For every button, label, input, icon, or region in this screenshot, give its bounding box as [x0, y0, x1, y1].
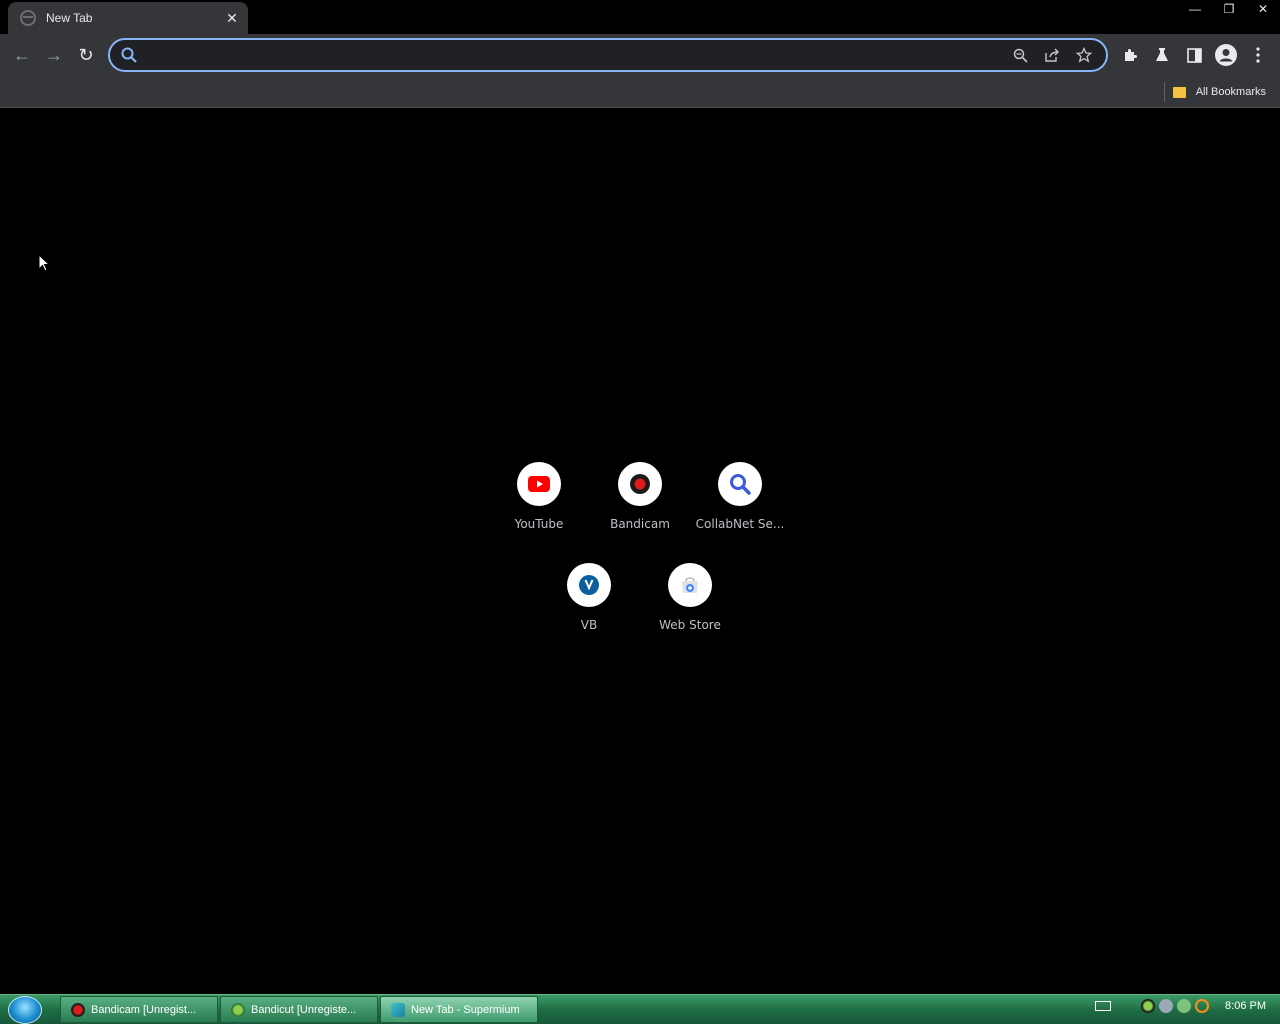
search-tray-icon[interactable]: [1195, 999, 1210, 1013]
shortcut-youtube[interactable]: YouTube: [489, 462, 589, 542]
all-bookmarks-button[interactable]: All Bookmarks: [1163, 82, 1266, 102]
system-tray: 8:06 PM: [1095, 999, 1266, 1013]
toolbar-right-actions: [1114, 38, 1274, 72]
supermium-icon: [391, 1002, 405, 1017]
labs-flask-icon[interactable]: [1146, 38, 1178, 72]
shortcut-vb[interactable]: VB: [539, 563, 639, 643]
shortcut-icon-circle: [668, 563, 712, 607]
taskbar-item-label: Bandicam [Unregist...: [91, 1003, 197, 1016]
shortcut-label: Bandicam: [610, 517, 670, 531]
title-bar: New Tab ✕ — ❐ ✕: [0, 0, 1280, 34]
bandicut-tray-icon[interactable]: [1141, 999, 1156, 1013]
profile-avatar-icon[interactable]: [1210, 38, 1242, 72]
taskbar-item-label: Bandicut [Unregiste...: [251, 1003, 357, 1016]
reload-button[interactable]: ↻: [70, 39, 102, 71]
omnibox-actions: [1004, 41, 1100, 69]
shortcut-label: YouTube: [514, 517, 564, 531]
youtube-icon: [528, 476, 550, 492]
shortcut-bandicam[interactable]: Bandicam: [590, 462, 690, 542]
extensions-icon[interactable]: [1114, 38, 1146, 72]
mouse-cursor-icon: [38, 254, 50, 272]
menu-kebab-icon[interactable]: [1242, 38, 1274, 72]
browser-toolbar: ← → ↻: [0, 34, 1280, 76]
bandicam-icon: [630, 474, 650, 494]
zoom-icon[interactable]: [1004, 41, 1036, 69]
clock[interactable]: 8:06 PM: [1225, 1000, 1266, 1012]
refresh-tray-icon[interactable]: [1177, 999, 1192, 1013]
webstore-icon: [682, 577, 698, 593]
restore-button[interactable]: ❐: [1212, 0, 1246, 18]
taskbar-item-bandicam[interactable]: Bandicam [Unregist...: [60, 996, 218, 1023]
shortcut-icon-circle: [618, 462, 662, 506]
shortcut-icon-circle: [718, 462, 762, 506]
start-button[interactable]: [8, 996, 42, 1024]
tab-close-button[interactable]: ✕: [224, 10, 240, 27]
shortcut-webstore[interactable]: Web Store: [640, 563, 740, 643]
search-icon: [121, 47, 137, 63]
side-panel-icon[interactable]: [1178, 38, 1210, 72]
taskbar: Bandicam [Unregist... Bandicut [Unregist…: [0, 994, 1280, 1024]
vb-icon: [579, 575, 599, 595]
address-bar[interactable]: [108, 38, 1108, 72]
shortcut-collabnet[interactable]: CollabNet Se...: [690, 462, 790, 542]
window-controls: — ❐ ✕: [1178, 0, 1280, 18]
all-bookmarks-label: All Bookmarks: [1195, 86, 1266, 98]
forward-button[interactable]: →: [38, 39, 70, 71]
bookmarks-bar: All Bookmarks: [0, 76, 1280, 108]
network-icon[interactable]: [1159, 999, 1174, 1013]
tab-new-tab[interactable]: New Tab ✕: [8, 2, 248, 34]
shortcut-label: CollabNet Se...: [695, 517, 785, 531]
bookmark-star-icon[interactable]: [1068, 41, 1100, 69]
search-icon: [730, 474, 751, 495]
close-window-button[interactable]: ✕: [1246, 0, 1280, 18]
shortcut-icon-circle: [517, 462, 561, 506]
tab-title: New Tab: [46, 11, 93, 25]
folder-icon: [1172, 86, 1186, 98]
taskbar-item-supermium[interactable]: New Tab - Supermium: [380, 996, 538, 1023]
taskbar-item-bandicut[interactable]: Bandicut [Unregiste...: [220, 996, 378, 1023]
shortcut-label: Web Store: [659, 618, 721, 632]
back-button[interactable]: ←: [6, 39, 38, 71]
bandicut-icon: [231, 1002, 245, 1017]
taskbar-item-label: New Tab - Supermium: [411, 1003, 520, 1016]
share-icon[interactable]: [1036, 41, 1068, 69]
keyboard-icon[interactable]: [1095, 1001, 1112, 1011]
shortcut-grid: YouTube Bandicam CollabNet Se... VB Web …: [0, 0, 1280, 1024]
bandicam-icon: [71, 1002, 85, 1017]
shortcut-label: VB: [580, 618, 598, 632]
address-input[interactable]: [138, 47, 1004, 63]
globe-icon: [20, 10, 36, 26]
shortcut-icon-circle: [567, 563, 611, 607]
minimize-button[interactable]: —: [1178, 0, 1212, 18]
